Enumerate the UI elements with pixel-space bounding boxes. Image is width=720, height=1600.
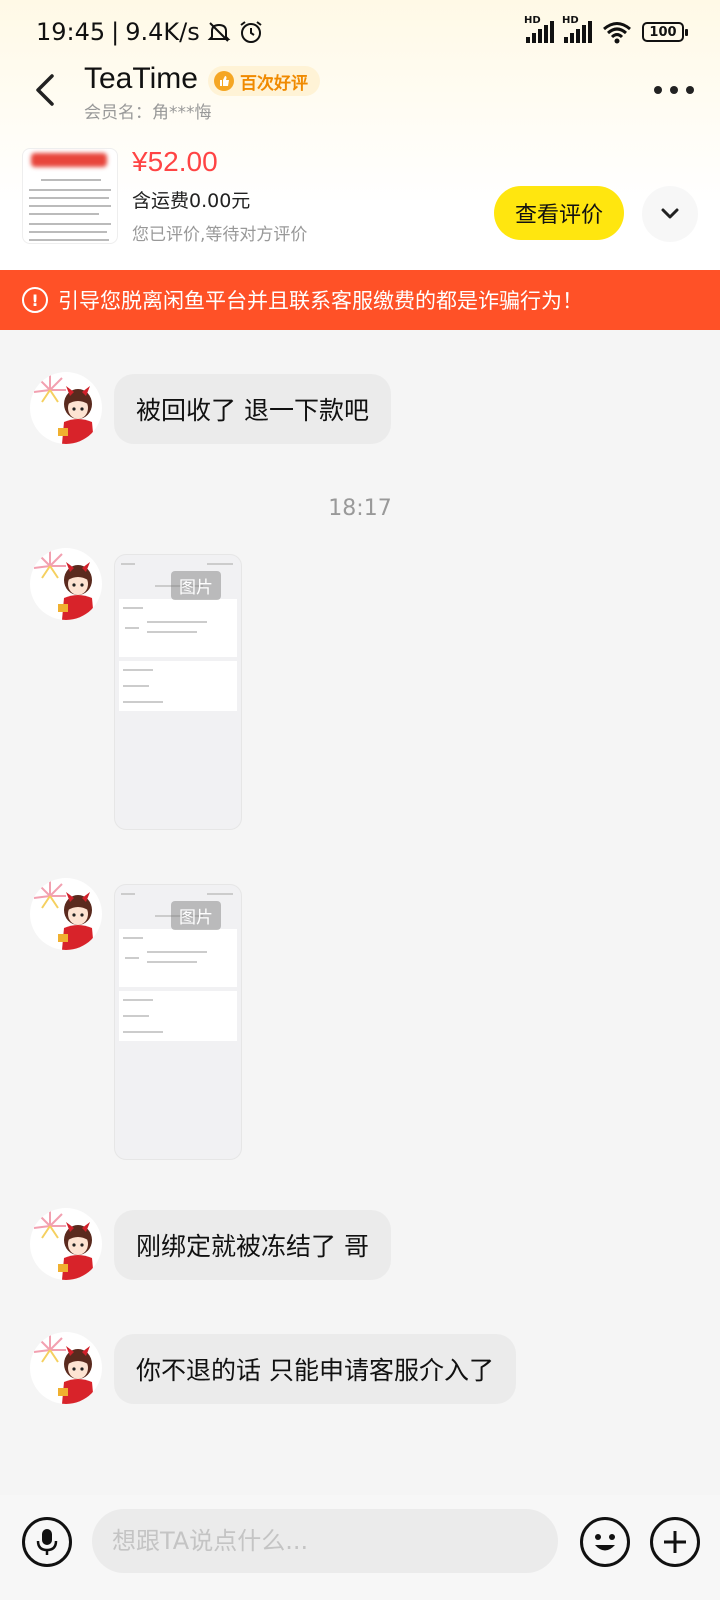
- avatar-image: [30, 1332, 102, 1404]
- status-right: HD HD 100: [524, 15, 688, 44]
- microphone-icon: [36, 1529, 58, 1555]
- avatar[interactable]: [30, 878, 102, 950]
- signal-2-icon: HD: [562, 15, 592, 43]
- avatar-image: [30, 878, 102, 950]
- chat-header: TeaTime 百次好评 会员名：角***悔: [0, 60, 720, 132]
- avatar-image: [30, 372, 102, 444]
- fraud-warning-banner: ! 引导您脱离闲鱼平台并且联系客服缴费的都是诈骗行为！: [0, 270, 720, 330]
- avatar[interactable]: [30, 548, 102, 620]
- avatar-image: [30, 1208, 102, 1280]
- product-thumbnail[interactable]: [22, 148, 118, 244]
- hd-label-1: HD: [524, 15, 541, 26]
- avatar[interactable]: [30, 372, 102, 444]
- status-left: 19:45 | 9.4K/s: [36, 18, 264, 46]
- voice-button[interactable]: [22, 1517, 72, 1567]
- bell-muted-icon: [207, 22, 231, 42]
- wifi-icon: [603, 22, 631, 44]
- message-input[interactable]: [92, 1509, 558, 1573]
- avatar[interactable]: [30, 1332, 102, 1404]
- shipping-fee: 含运费0.00元: [132, 190, 251, 212]
- image-message[interactable]: 图片: [114, 554, 242, 830]
- network-speed: 9.4K/s: [125, 18, 200, 46]
- image-tag: 图片: [171, 571, 221, 600]
- warning-text: 引导您脱离闲鱼平台并且联系客服缴费的都是诈骗行为！: [58, 289, 583, 313]
- thumb-up-icon: [214, 71, 234, 91]
- add-button[interactable]: [650, 1517, 700, 1567]
- plus-icon: [664, 1531, 686, 1553]
- message-row: 图片: [0, 878, 720, 1160]
- member-name: 会员名：角***悔: [84, 103, 212, 123]
- status-separator: |: [111, 18, 120, 46]
- view-review-button[interactable]: 查看评价: [494, 186, 624, 240]
- smiley-icon: [595, 1534, 615, 1551]
- contact-name[interactable]: TeaTime: [84, 62, 198, 96]
- signal-1-icon: HD: [524, 15, 554, 43]
- alarm-icon: [240, 21, 262, 43]
- avatar[interactable]: [30, 1208, 102, 1280]
- product-price: ¥52.00: [132, 146, 218, 177]
- battery-icon: 100: [642, 22, 688, 42]
- review-status: 您已评价,等待对方评价: [132, 225, 308, 245]
- warning-icon: !: [22, 287, 48, 313]
- message-row: 被回收了 退一下款吧: [0, 370, 720, 450]
- message-row: 图片: [0, 548, 720, 830]
- timestamp: 18:17: [328, 496, 392, 521]
- expand-button[interactable]: [642, 186, 698, 242]
- message-bubble[interactable]: 被回收了 退一下款吧: [114, 374, 391, 444]
- avatar-image: [30, 548, 102, 620]
- badge-label: 百次好评: [240, 73, 308, 94]
- chat-messages[interactable]: 被回收了 退一下款吧 18:17 图片 图片 刚绑定就被冻结了 哥 你不退的话 …: [0, 330, 720, 1495]
- more-options-icon[interactable]: [654, 78, 694, 102]
- message-bubble[interactable]: 刚绑定就被冻结了 哥: [114, 1210, 391, 1280]
- chevron-down-icon: [661, 208, 679, 219]
- emoji-button[interactable]: [580, 1517, 630, 1567]
- product-card[interactable]: ¥52.00 含运费0.00元 您已评价,等待对方评价 查看评价: [0, 146, 720, 250]
- image-tag: 图片: [171, 901, 221, 930]
- message-bubble[interactable]: 你不退的话 只能申请客服介入了: [114, 1334, 516, 1404]
- back-arrow-icon[interactable]: [26, 70, 66, 110]
- status-time: 19:45: [36, 18, 106, 46]
- message-row: 刚绑定就被冻结了 哥: [0, 1206, 720, 1286]
- hd-label-2: HD: [562, 15, 579, 26]
- message-row: 你不退的话 只能申请客服介入了: [0, 1330, 720, 1410]
- status-bar: 19:45 | 9.4K/s HD HD 100: [0, 0, 720, 64]
- input-bar: [0, 1495, 720, 1600]
- rating-badge[interactable]: 百次好评: [208, 66, 320, 96]
- image-message[interactable]: 图片: [114, 884, 242, 1160]
